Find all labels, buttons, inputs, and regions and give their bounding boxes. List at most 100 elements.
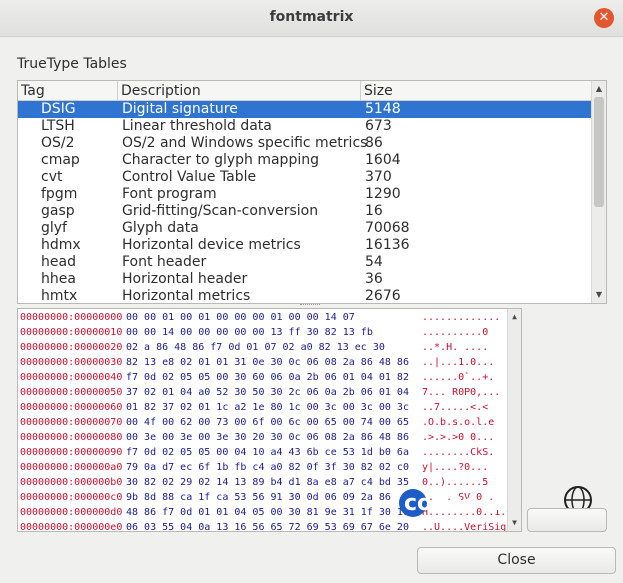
table-cell-tag: cvt bbox=[41, 169, 63, 185]
scroll-thumb[interactable] bbox=[594, 97, 604, 207]
hex-ascii: y|....?0... bbox=[422, 462, 489, 473]
hex-row: 00000000:00000010 00 00 14 00 00 00 00 00… bbox=[18, 325, 508, 340]
table-cell-size: 16136 bbox=[365, 237, 410, 253]
truetype-tables-table[interactable]: Tag Description Size DSIG Digital signatu… bbox=[17, 80, 607, 304]
table-cell-description: Grid-fitting/Scan-conversion bbox=[122, 203, 319, 219]
table-cell-tag: cmap bbox=[41, 152, 80, 168]
hex-bytes: 06 03 55 04 0a 13 16 56 65 72 69 53 69 6… bbox=[126, 522, 409, 532]
column-header-description[interactable]: Description bbox=[118, 81, 361, 101]
column-header-tag[interactable]: Tag bbox=[18, 81, 118, 101]
table-row[interactable]: hmtx Horizontal metrics 2676 bbox=[18, 288, 592, 304]
hex-bytes: 00 00 14 00 00 00 00 00 13 ff 30 82 13 f… bbox=[126, 327, 373, 338]
hex-offset: 00000000:000000b0 bbox=[20, 477, 123, 488]
table-cell-size: 673 bbox=[365, 118, 392, 134]
hex-ascii: ............. bbox=[422, 312, 501, 323]
table-cell-size: 5148 bbox=[365, 101, 401, 117]
table-cell-size: 1604 bbox=[365, 152, 401, 168]
hex-ascii: .>.>.>0 0... bbox=[422, 432, 495, 443]
hex-ascii: ......0`..+. bbox=[422, 372, 495, 383]
hex-row: 00000000:00000080 00 3e 00 3e 00 3e 30 20… bbox=[18, 430, 508, 445]
hex-bytes: 02 a 86 48 86 f7 0d 01 07 02 a0 82 13 ec… bbox=[126, 342, 385, 353]
table-cell-size: 16 bbox=[365, 203, 383, 219]
table-cell-size: 54 bbox=[365, 254, 383, 270]
table-cell-description: Character to glyph mapping bbox=[122, 152, 319, 168]
hex-offset: 00000000:00000000 bbox=[20, 312, 123, 323]
window-title: fontmatrix bbox=[269, 9, 354, 25]
table-row[interactable]: LTSH Linear threshold data 673 bbox=[18, 118, 592, 135]
table-cell-description: Horizontal header bbox=[122, 271, 248, 287]
hex-bytes: 01 82 37 02 01 1c a2 1e 80 1c 00 3c 00 3… bbox=[126, 402, 409, 413]
table-scrollbar[interactable]: ▲ ▼ bbox=[591, 81, 606, 303]
table-cell-size: 1290 bbox=[365, 186, 401, 202]
close-button[interactable]: Close bbox=[417, 547, 616, 574]
group-label: TrueType Tables bbox=[17, 56, 127, 72]
hex-offset: 00000000:000000c0 bbox=[20, 492, 123, 503]
hex-row: 00000000:000000a0 79 0a d7 ec 6f 1b fb c4… bbox=[18, 460, 508, 475]
hex-ascii: ........CkS. bbox=[422, 447, 495, 458]
hex-row: 00000000:00000040 f7 0d 02 05 05 00 30 60… bbox=[18, 370, 508, 385]
table-cell-tag: hhea bbox=[41, 271, 76, 287]
hex-bytes: 00 3e 00 3e 00 3e 30 20 30 0c 06 08 2a 8… bbox=[126, 432, 409, 443]
table-row[interactable]: hdmx Horizontal device metrics 16136 bbox=[18, 237, 592, 254]
hex-bytes: 30 82 02 29 02 14 13 89 b4 d1 8a e8 a7 c… bbox=[126, 477, 409, 488]
hex-row: 00000000:00000060 01 82 37 02 01 1c a2 1e… bbox=[18, 400, 508, 415]
table-cell-description: OS/2 and Windows specific metrics bbox=[122, 135, 368, 151]
splitter-handle[interactable] bbox=[300, 304, 320, 307]
table-body: DSIG Digital signature 5148 LTSH Linear thre… bbox=[18, 101, 592, 304]
hex-ascii: ..|...1.0... bbox=[422, 357, 495, 368]
table-cell-size: 370 bbox=[365, 169, 392, 185]
hex-row: 00000000:00000090 f7 0d 02 05 05 00 04 10… bbox=[18, 445, 508, 460]
table-cell-description: Horizontal device metrics bbox=[122, 237, 301, 253]
table-cell-tag: hdmx bbox=[41, 237, 81, 253]
table-cell-size: 86 bbox=[365, 135, 383, 151]
hex-offset: 00000000:00000050 bbox=[20, 387, 123, 398]
table-row[interactable]: DSIG Digital signature 5148 bbox=[18, 101, 592, 118]
table-cell-description: Digital signature bbox=[122, 101, 238, 117]
table-cell-tag: gasp bbox=[41, 203, 75, 219]
table-cell-tag: DSIG bbox=[41, 101, 76, 117]
table-cell-size: 2676 bbox=[365, 288, 401, 304]
table-row[interactable]: OS/2 OS/2 and Windows specific metrics 86 bbox=[18, 135, 592, 152]
scroll-up-icon[interactable]: ▲ bbox=[592, 82, 606, 96]
hex-offset: 00000000:00000040 bbox=[20, 372, 123, 383]
window-close-icon[interactable]: ✕ bbox=[594, 8, 614, 28]
hex-bytes: f7 0d 02 05 05 00 04 10 a4 43 6b ce 53 1… bbox=[126, 447, 409, 458]
column-header-size[interactable]: Size bbox=[361, 81, 592, 101]
hex-ascii: ..*.H. .... bbox=[422, 342, 489, 353]
table-row[interactable]: hhea Horizontal header 36 bbox=[18, 271, 592, 288]
table-row[interactable]: glyf Glyph data 70068 bbox=[18, 220, 592, 237]
table-cell-description: Control Value Table bbox=[122, 169, 257, 185]
table-cell-tag: OS/2 bbox=[41, 135, 75, 151]
hex-side-button[interactable] bbox=[527, 508, 607, 532]
table-row[interactable]: head Font header 54 bbox=[18, 254, 592, 271]
table-cell-description: Glyph data bbox=[122, 220, 199, 236]
table-row[interactable]: gasp Grid-fitting/Scan-conversion 16 bbox=[18, 203, 592, 220]
table-row[interactable]: cmap Character to glyph mapping 1604 bbox=[18, 152, 592, 169]
hex-bytes: f7 0d 02 05 05 00 30 60 06 0a 2b 06 01 0… bbox=[126, 372, 409, 383]
table-cell-tag: hmtx bbox=[41, 288, 78, 304]
table-row[interactable]: cvt Control Value Table 370 bbox=[18, 169, 592, 186]
hex-offset: 00000000:00000030 bbox=[20, 357, 123, 368]
hex-row: 00000000:00000070 00 4f 00 62 00 73 00 6f… bbox=[18, 415, 508, 430]
table-cell-size: 70068 bbox=[365, 220, 410, 236]
scroll-down-icon[interactable]: ▼ bbox=[592, 288, 606, 302]
scroll-up-icon[interactable]: ▲ bbox=[508, 310, 521, 324]
hex-offset: 00000000:000000e0 bbox=[20, 522, 123, 532]
table-cell-description: Font program bbox=[122, 186, 217, 202]
table-cell-tag: LTSH bbox=[41, 118, 75, 134]
table-cell-description: Font header bbox=[122, 254, 207, 270]
hex-ascii: ..........0 bbox=[422, 327, 489, 338]
hex-bytes: 00 00 01 00 01 00 00 00 01 00 00 14 07 bbox=[126, 312, 355, 323]
hex-ascii: 7... R0P0,... bbox=[422, 387, 501, 398]
hex-offset: 00000000:00000080 bbox=[20, 432, 123, 443]
hex-offset: 00000000:00000090 bbox=[20, 447, 123, 458]
table-header: Tag Description Size bbox=[18, 81, 592, 101]
table-cell-tag: glyf bbox=[41, 220, 67, 236]
table-cell-size: 36 bbox=[365, 271, 383, 287]
watermark-text: connect bbox=[404, 491, 502, 516]
table-cell-description: Linear threshold data bbox=[122, 118, 272, 134]
hex-offset: 00000000:00000060 bbox=[20, 402, 123, 413]
hex-row: 00000000:00000020 02 a 86 48 86 f7 0d 01 … bbox=[18, 340, 508, 355]
hex-row: 00000000:00000000 00 00 01 00 01 00 00 00… bbox=[18, 310, 508, 325]
table-row[interactable]: fpgm Font program 1290 bbox=[18, 186, 592, 203]
